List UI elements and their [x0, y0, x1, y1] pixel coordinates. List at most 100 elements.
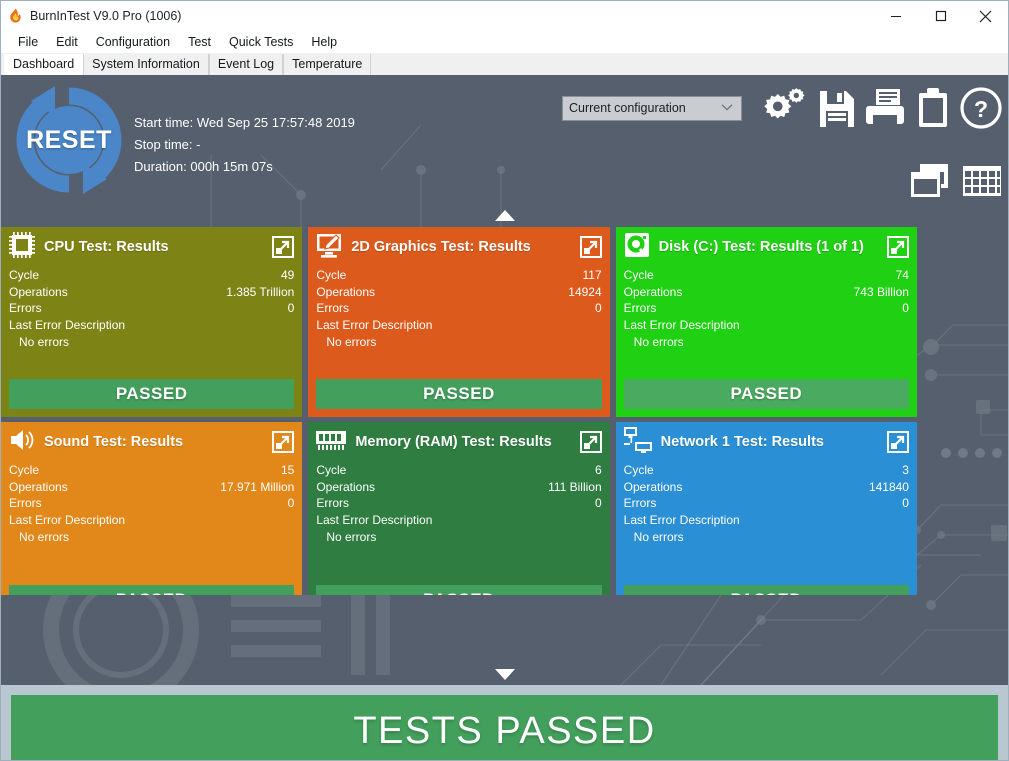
popout-icon[interactable] — [579, 430, 602, 454]
stat-cycle: Cycle 15 — [9, 462, 294, 479]
status-badge: PASSED — [316, 585, 602, 595]
test-card-network-1[interactable]: Network 1 Test: Results Cycle 3 Operatio… — [615, 422, 917, 595]
card-header: Network 1 Test: Results — [623, 426, 910, 458]
stat-value-operations: 743 Billion — [853, 284, 909, 299]
stat-value-last-error: No errors — [326, 335, 377, 349]
stat-value-operations: 1.385 Trillion — [226, 284, 295, 299]
menu-help[interactable]: Help — [302, 33, 346, 52]
stat-operations: Operations 141840 — [624, 479, 909, 496]
duration: Duration: 000h 15m 07s — [134, 159, 273, 174]
popout-icon[interactable] — [886, 235, 910, 259]
stat-value-last-error: No errors — [633, 530, 684, 544]
scroll-up-chevron[interactable] — [1, 209, 1008, 222]
stat-label-cycle: Cycle — [9, 268, 40, 282]
popout-icon[interactable] — [579, 235, 602, 259]
ram-stick-icon — [316, 429, 347, 456]
stat-value-cycle: 6 — [594, 463, 602, 477]
test-card-disk-c[interactable]: Disk (C:) Test: Results (1 of 1) Cycle 7… — [615, 227, 917, 417]
stat-value-last-error: No errors — [633, 335, 684, 349]
gears-icon[interactable] — [764, 87, 808, 129]
stat-value-operations: 111 Billion — [548, 479, 602, 494]
help-question-icon[interactable]: ? — [960, 87, 1002, 129]
clipboard-icon[interactable] — [916, 88, 950, 128]
stat-label-operations: Operations — [9, 284, 68, 299]
test-cards-row-2: Sound Test: Results Cycle 15 Operations … — [1, 422, 917, 595]
status-badge: PASSED — [9, 379, 295, 409]
stat-value-operations: 14924 — [568, 284, 602, 299]
grid-view-icon[interactable] — [962, 163, 1002, 204]
stat-value-operations: 141840 — [868, 479, 909, 494]
configuration-select-value: Current configuration — [569, 101, 686, 115]
stat-label-operations: Operations — [9, 479, 68, 494]
stat-label-last-error: Last Error Description — [9, 317, 126, 332]
stat-value-errors: 0 — [902, 496, 909, 510]
status-badge: PASSED — [623, 379, 909, 409]
menu-configuration[interactable]: Configuration — [87, 33, 179, 52]
title-bar: BurnInTest V9.0 Pro (1006) — [1, 1, 1008, 31]
stat-label-errors: Errors — [316, 496, 349, 510]
test-cards-grid: CPU Test: Results Cycle 49 Operations 1.… — [1, 227, 917, 595]
card-header: Disk (C:) Test: Results (1 of 1) — [624, 232, 910, 263]
minimize-button[interactable] — [873, 1, 918, 31]
stat-cycle: Cycle 49 — [9, 267, 294, 284]
stat-label-last-error: Last Error Description — [623, 512, 740, 527]
stat-label-operations: Operations — [316, 284, 376, 299]
save-floppy-icon[interactable] — [818, 89, 856, 127]
popout-icon[interactable] — [272, 235, 295, 259]
header-toolbar: Current configuration ? — [562, 87, 1002, 129]
tab-system-information[interactable]: System Information — [83, 54, 209, 75]
reset-label: RESET — [26, 125, 112, 154]
test-card-cpu[interactable]: CPU Test: Results Cycle 49 Operations 1.… — [1, 227, 303, 417]
popout-icon[interactable] — [272, 430, 295, 454]
printer-icon[interactable] — [866, 88, 906, 128]
popout-icon[interactable] — [886, 430, 910, 454]
maximize-button[interactable] — [918, 1, 963, 31]
windows-cascade-icon[interactable] — [910, 163, 950, 204]
menu-file[interactable]: File — [9, 33, 47, 52]
stat-label-errors: Errors — [623, 496, 657, 510]
stat-label-cycle: Cycle — [623, 268, 654, 282]
menu-quick-tests[interactable]: Quick Tests — [220, 33, 302, 52]
tab-dashboard[interactable]: Dashboard — [4, 54, 84, 75]
test-card-sound[interactable]: Sound Test: Results Cycle 15 Operations … — [1, 422, 303, 595]
stat-label-cycle: Cycle — [9, 463, 40, 477]
stat-operations: Operations 111 Billion — [316, 479, 601, 496]
stat-label-cycle: Cycle — [623, 463, 654, 477]
stat-errors: Errors 0 — [624, 495, 909, 512]
status-badge: PASSED — [623, 585, 909, 595]
stat-value-cycle: 15 — [280, 463, 295, 477]
test-card-2d-graphics[interactable]: 2D Graphics Test: Results Cycle 117 Oper… — [308, 227, 610, 417]
window-title: BurnInTest V9.0 Pro (1006) — [30, 9, 182, 23]
tab-temperature[interactable]: Temperature — [283, 54, 372, 75]
stat-label-errors: Errors — [623, 301, 657, 315]
monitor-brush-icon — [316, 232, 342, 263]
card-stats: Cycle 6 Operations 111 Billion Errors 0 … — [316, 462, 601, 546]
menu-edit[interactable]: Edit — [47, 33, 87, 52]
scroll-down-chevron[interactable] — [1, 668, 1008, 681]
card-header: Memory (RAM) Test: Results — [316, 428, 602, 456]
stat-value-errors: 0 — [594, 301, 602, 315]
start-time: Start time: Wed Sep 25 17:57:48 2019 — [134, 115, 355, 130]
stat-label-errors: Errors — [316, 301, 349, 315]
test-card-memory[interactable]: Memory (RAM) Test: Results Cycle 6 Opera… — [308, 422, 610, 595]
reset-button[interactable]: RESET — [9, 80, 129, 200]
card-header: Sound Test: Results — [9, 428, 295, 456]
stat-cycle: Cycle 6 — [316, 462, 601, 479]
stat-value-cycle: 49 — [280, 268, 295, 282]
configuration-select[interactable]: Current configuration — [562, 95, 742, 121]
card-title: Sound Test: Results — [44, 434, 184, 450]
title-bar-left: BurnInTest V9.0 Pro (1006) — [1, 8, 181, 24]
hard-disk-icon — [624, 232, 650, 263]
card-stats: Cycle 117 Operations 14924 Errors 0 Last… — [316, 267, 601, 351]
menu-test[interactable]: Test — [179, 33, 220, 52]
network-computers-icon — [623, 426, 652, 458]
stat-label-last-error: Last Error Description — [623, 317, 740, 332]
tab-event-log[interactable]: Event Log — [208, 54, 284, 75]
card-stats: Cycle 74 Operations 743 Billion Errors 0… — [624, 267, 909, 351]
close-button[interactable] — [963, 1, 1008, 31]
stat-value-last-error: No errors — [326, 530, 377, 544]
cpu-chip-icon — [9, 231, 35, 263]
stat-label-cycle: Cycle — [316, 463, 347, 477]
menu-bar: File Edit Configuration Test Quick Tests… — [1, 31, 1008, 53]
tab-strip: Dashboard System Information Event Log T… — [1, 53, 1008, 75]
